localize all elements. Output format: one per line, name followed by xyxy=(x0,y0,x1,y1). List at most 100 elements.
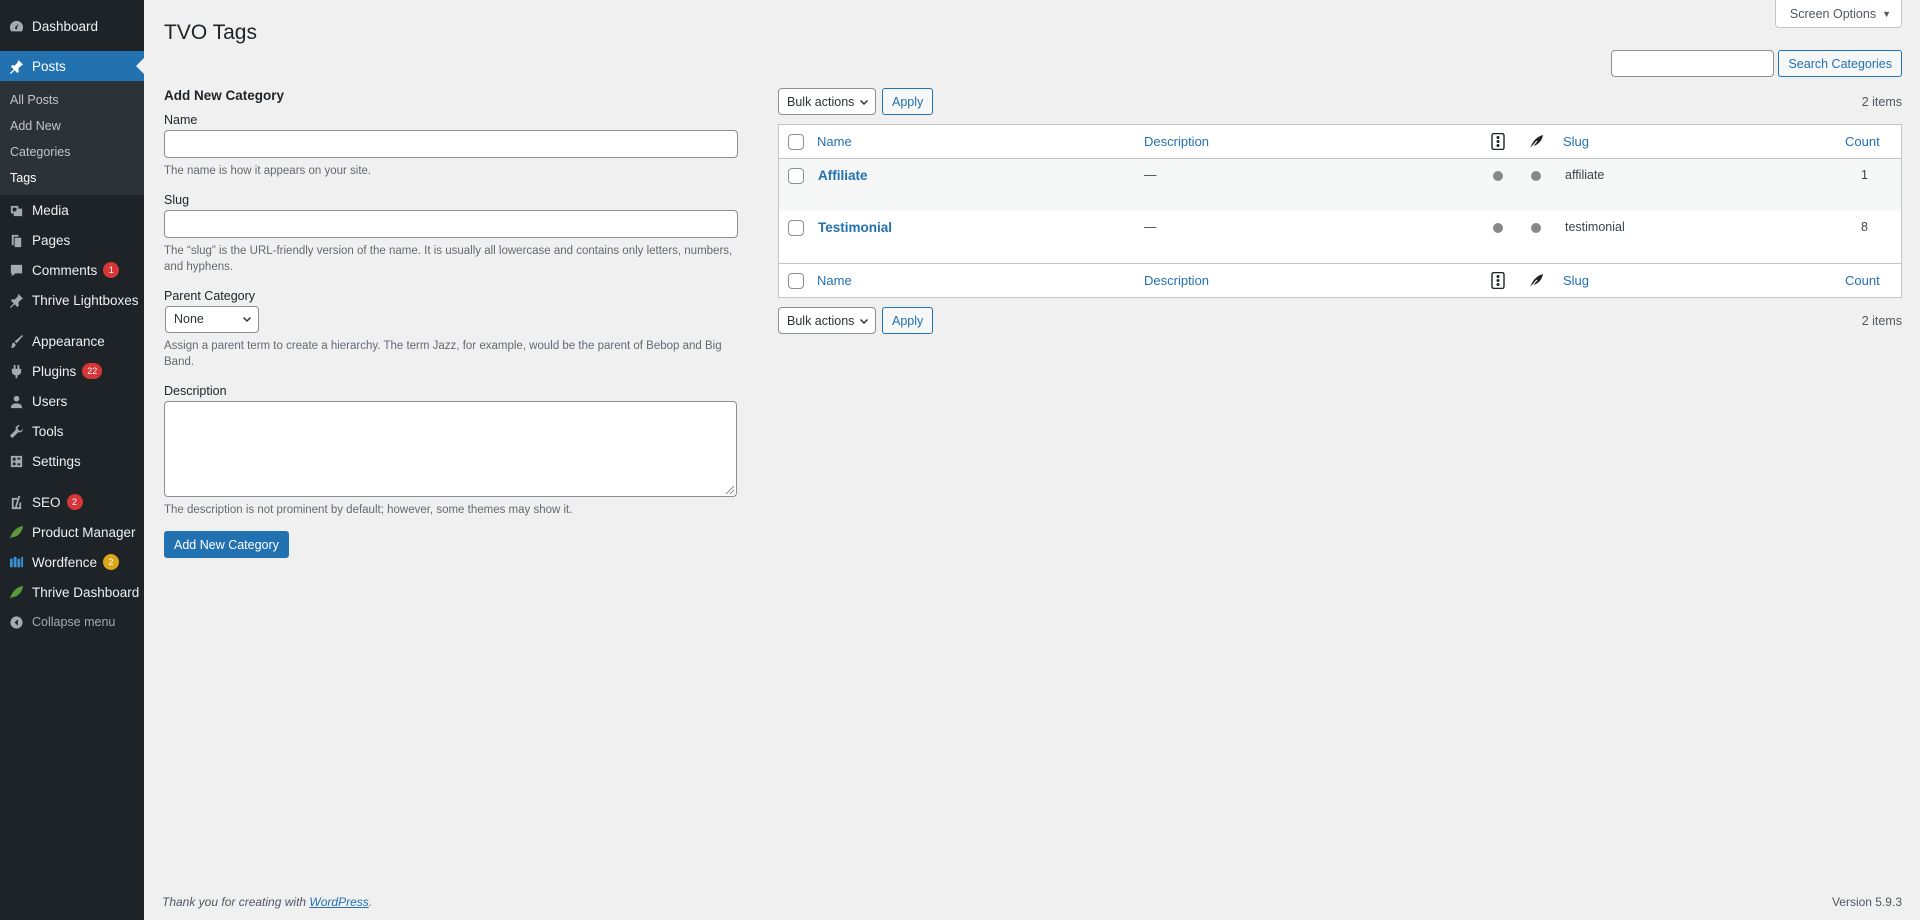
items-count: 2 items xyxy=(1861,94,1902,109)
add-category-form: Add New Category Name The name is how it… xyxy=(164,88,738,558)
user-icon xyxy=(8,393,24,409)
page-title: TVO Tags xyxy=(164,21,257,44)
table-footer: Name Description Slug Count xyxy=(779,263,1901,297)
row-slug-cell: affiliate xyxy=(1565,159,1604,211)
submenu-categories[interactable]: Categories xyxy=(0,139,144,165)
menu-thrive-lightboxes[interactable]: Thrive Lightboxes xyxy=(0,285,144,315)
chevron-down-icon xyxy=(242,316,252,323)
resize-handle[interactable] xyxy=(726,485,734,494)
menu-users[interactable]: Users xyxy=(0,386,144,416)
row-description-cell: — xyxy=(1144,159,1157,211)
column-name: Name xyxy=(817,125,852,158)
menu-thrive-dashboard[interactable]: Thrive Dashboard xyxy=(0,577,144,607)
term-description: — xyxy=(1144,220,1157,234)
feather-icon xyxy=(1529,273,1543,288)
wordpress-link[interactable]: WordPress xyxy=(309,895,368,909)
collapse-menu-label: Collapse menu xyxy=(32,615,116,629)
submenu-add-new[interactable]: Add New xyxy=(0,113,144,139)
search-input[interactable] xyxy=(1611,50,1775,77)
bulk-actions-select[interactable]: Bulk actions xyxy=(778,88,876,115)
row-count-cell: 1 xyxy=(1861,159,1868,211)
menu-seo[interactable]: SEO 2 xyxy=(0,487,144,517)
apply-button[interactable]: Apply xyxy=(882,88,934,115)
submenu-all-posts[interactable]: All Posts xyxy=(0,87,144,113)
menu-plugins[interactable]: Plugins 22 xyxy=(0,356,144,386)
search-box: Search Categories xyxy=(1611,50,1902,77)
column-slug: Slug xyxy=(1563,264,1589,297)
sort-by-count-link[interactable]: Count xyxy=(1845,134,1880,149)
column-name: Name xyxy=(817,264,852,297)
screen-options-button[interactable]: Screen Options ▼ xyxy=(1774,0,1902,28)
select-all-cell xyxy=(788,125,804,158)
yoast-icon xyxy=(8,494,24,510)
menu-settings[interactable]: Settings xyxy=(0,446,144,476)
column-seo xyxy=(1529,264,1544,297)
name-input[interactable] xyxy=(164,130,738,158)
column-description: Description xyxy=(1144,125,1209,158)
row-readability-cell xyxy=(1493,159,1503,211)
sort-by-count-link[interactable]: Count xyxy=(1845,273,1880,288)
term-name-link[interactable]: Testimonial xyxy=(818,220,892,235)
posts-submenu: All Posts Add New Categories Tags xyxy=(0,81,144,195)
select-all-cell xyxy=(788,264,804,297)
row-checkbox[interactable] xyxy=(788,220,804,236)
sort-by-slug-link[interactable]: Slug xyxy=(1563,134,1589,149)
menu-posts[interactable]: Posts xyxy=(0,51,144,81)
menu-dashboard[interactable]: Dashboard xyxy=(0,11,144,41)
parent-label: Parent Category xyxy=(164,288,256,303)
slug-help: The “slug” is the URL-friendly version o… xyxy=(164,244,733,274)
pages-icon xyxy=(8,232,24,248)
menu-tools[interactable]: Tools xyxy=(0,416,144,446)
parent-category-select[interactable]: None xyxy=(165,305,259,333)
bulk-actions-select[interactable]: Bulk actions xyxy=(778,307,876,334)
sort-by-description-link[interactable]: Description xyxy=(1144,134,1209,149)
wordfence-badge: 2 xyxy=(103,554,120,570)
term-name-link[interactable]: Affiliate xyxy=(818,168,868,183)
menu-wordfence[interactable]: Wordfence 2 xyxy=(0,547,144,577)
seo-status-dot xyxy=(1531,171,1541,181)
sort-by-name-link[interactable]: Name xyxy=(817,134,852,149)
leaf-icon xyxy=(8,584,24,600)
menu-pages[interactable]: Pages xyxy=(0,225,144,255)
select-all-checkbox[interactable] xyxy=(788,272,804,289)
menu-appearance[interactable]: Appearance xyxy=(0,326,144,356)
description-help: The description is not prominent by defa… xyxy=(164,503,573,516)
menu-media[interactable]: Media xyxy=(0,195,144,225)
search-categories-button[interactable]: Search Categories xyxy=(1778,50,1902,77)
menu-comments[interactable]: Comments 1 xyxy=(0,255,144,285)
table-row: Testimonial — testimonial 8 xyxy=(779,211,1901,263)
row-slug-cell: testimonial xyxy=(1565,211,1625,263)
menu-comments-label: Comments xyxy=(32,262,98,278)
term-count-link[interactable]: 1 xyxy=(1861,168,1868,182)
traffic-light-icon xyxy=(1491,133,1505,150)
chevron-down-icon xyxy=(859,99,869,105)
slug-input[interactable] xyxy=(164,209,738,238)
menu-tools-label: Tools xyxy=(32,423,64,439)
row-checkbox[interactable] xyxy=(788,168,804,184)
caret-down-icon: ▼ xyxy=(1882,8,1891,19)
name-help: The name is how it appears on your site. xyxy=(164,165,372,177)
sort-by-name-link[interactable]: Name xyxy=(817,273,852,288)
parent-field-group: Parent Category None Assign a parent ter… xyxy=(164,289,738,371)
menu-wordfence-label: Wordfence xyxy=(32,554,98,570)
row-seo-cell xyxy=(1531,159,1541,211)
pin-icon xyxy=(8,292,24,308)
apply-button[interactable]: Apply xyxy=(882,307,934,334)
menu-media-label: Media xyxy=(32,202,69,218)
menu-product-manager[interactable]: Product Manager xyxy=(0,517,144,547)
plugin-icon xyxy=(8,363,24,379)
add-new-category-button[interactable]: Add New Category xyxy=(164,531,289,558)
description-textarea[interactable] xyxy=(164,400,737,497)
table-row: Affiliate — affiliate 1 xyxy=(779,159,1901,211)
sort-by-description-link[interactable]: Description xyxy=(1144,273,1209,288)
submenu-tags[interactable]: Tags xyxy=(0,165,144,191)
row-name-cell: Testimonial xyxy=(818,211,892,263)
select-all-checkbox[interactable] xyxy=(788,133,804,150)
collapse-menu-button[interactable]: Collapse menu xyxy=(0,607,144,637)
wrench-icon xyxy=(8,423,24,439)
sort-by-slug-link[interactable]: Slug xyxy=(1563,273,1589,288)
wordfence-icon xyxy=(8,554,24,570)
row-count-cell: 8 xyxy=(1861,211,1868,263)
screen-options-label: Screen Options xyxy=(1789,6,1877,21)
term-count-link[interactable]: 8 xyxy=(1861,220,1868,234)
